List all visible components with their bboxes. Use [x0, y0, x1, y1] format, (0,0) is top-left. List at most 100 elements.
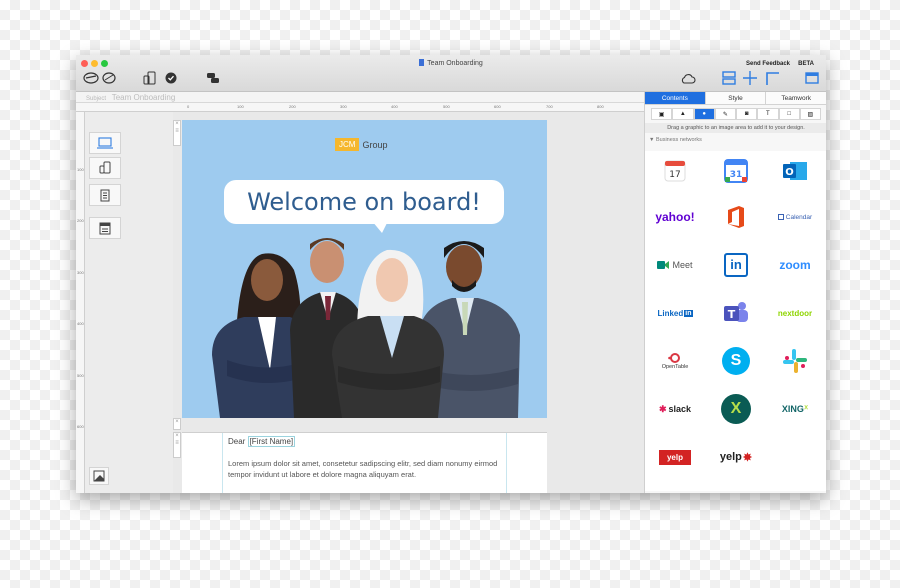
margins-icon[interactable]	[764, 70, 780, 86]
ruler-label: 600	[494, 104, 501, 109]
guides-icon[interactable]	[742, 70, 758, 86]
text-tool[interactable]: T	[757, 108, 779, 120]
xing-wordmark-mark: ᕽ	[803, 403, 809, 414]
layout-icon[interactable]	[721, 70, 737, 86]
camera-icon: ◙	[744, 111, 749, 117]
text-block[interactable]: Dear [First Name] Lorem ipsum dolor sit …	[182, 432, 547, 493]
body-text[interactable]: Lorem ipsum dolor sit amet, consetetur s…	[228, 458, 500, 480]
teams-icon[interactable]: T	[708, 293, 764, 333]
ruler-label: 600	[77, 424, 84, 429]
image-tool[interactable]: ▨	[799, 108, 821, 120]
triangle-icon: ▲	[679, 111, 686, 117]
outlook-icon[interactable]: O	[767, 151, 823, 191]
document-icon	[419, 59, 425, 66]
mobile-icon	[99, 161, 111, 174]
ruler-left: 100 200 300 400 500 600	[76, 112, 85, 493]
text-view-button[interactable]	[89, 184, 121, 206]
block-handle[interactable]: ×	[173, 418, 181, 430]
subject-field[interactable]: Team Onboarding	[112, 93, 176, 102]
calendar-mark	[777, 214, 784, 220]
preview-icon[interactable]	[100, 70, 118, 86]
section-header[interactable]: ▼ Business networks	[649, 137, 702, 143]
office-icon[interactable]	[708, 197, 764, 237]
linkedin-icon[interactable]: in	[708, 245, 764, 285]
beta-badge: BETA	[798, 61, 814, 67]
ruler-label: 400	[391, 104, 398, 109]
greeting: Dear [First Name]	[228, 436, 296, 447]
calendar-icon[interactable]: Calendar	[767, 197, 823, 237]
yelp-badge-icon[interactable]: yelp	[647, 437, 703, 477]
xing-icon[interactable]: X	[708, 389, 764, 429]
tab-teamwork[interactable]: Teamwork	[766, 92, 826, 105]
shape-tool[interactable]: ▲	[672, 108, 694, 120]
block-handle[interactable]: × ≡	[173, 120, 181, 146]
subject-bar[interactable]: Subject Team Onboarding	[76, 92, 644, 103]
camera-tool[interactable]: ◙	[736, 108, 758, 120]
ruler-label: 200	[77, 218, 84, 223]
cloud-icon[interactable]	[679, 70, 697, 86]
tab-style[interactable]: Style	[705, 92, 767, 105]
ruler-label: 500	[77, 373, 84, 378]
first-name-placeholder[interactable]: [First Name]	[247, 436, 296, 447]
slack-icon[interactable]	[767, 341, 823, 381]
ruler-label: 400	[77, 321, 84, 326]
google-calendar-icon[interactable]: 31	[708, 151, 764, 191]
brush-tool[interactable]: ✎	[714, 108, 736, 120]
hint-text: Drag a graphic to an image area to add i…	[645, 123, 826, 133]
ruler-label: 100	[237, 104, 244, 109]
google-meet-icon[interactable]: Meet	[647, 245, 703, 285]
text-area[interactable]: Dear [First Name] Lorem ipsum dolor sit …	[222, 433, 507, 493]
inspector-panel: Contents Style Teamwork ▣ ▲ ● ✎ ◙ T □ ▨ …	[644, 92, 826, 493]
brush-icon: ✎	[722, 111, 728, 118]
logo-tool[interactable]: ●	[693, 108, 715, 120]
xing-mark: X	[721, 394, 751, 424]
opentable-icon[interactable]: OpenTable	[647, 341, 703, 381]
header-image-block[interactable]: JCM Group Welcome on board!	[182, 120, 547, 418]
ical-icon[interactable]: 17	[647, 151, 703, 191]
slack-wordmark-icon[interactable]: ✱ slack	[647, 389, 703, 429]
linkedin-box: in	[684, 309, 693, 317]
sidebar-toggle-icon[interactable]	[804, 70, 820, 86]
text-icon: T	[766, 111, 770, 117]
linkedin-wordmark-icon[interactable]: Linked in	[647, 293, 703, 333]
devices-icon[interactable]	[142, 70, 158, 86]
send-test-icon[interactable]	[82, 70, 100, 86]
desktop-view-button[interactable]	[89, 132, 121, 154]
ruler-top: 0 100 200 300 400 500 600 700 800	[76, 103, 644, 112]
logo-grid: 17 31 O yahoo! Calendar Meet in zoom Lin…	[645, 151, 826, 491]
subject-label: Subject	[86, 96, 107, 102]
ruler-label: 700	[546, 104, 553, 109]
laptop-icon	[97, 137, 113, 149]
yelp-burst: ✸	[742, 451, 753, 464]
slack-wordmark-text: slack	[668, 404, 692, 414]
window-title: Team Onboarding	[76, 59, 826, 67]
check-icon[interactable]	[164, 70, 178, 86]
ruler-label: 200	[289, 104, 296, 109]
share-icon[interactable]	[205, 70, 221, 86]
ruler-label: 800	[597, 104, 604, 109]
ruler-label: 300	[77, 270, 84, 275]
yahoo-icon[interactable]: yahoo!	[647, 197, 703, 237]
greeting-text: Dear	[228, 437, 246, 446]
ruler-label: 300	[340, 104, 347, 109]
nextdoor-icon[interactable]: nextdoor	[767, 293, 823, 333]
block-handle[interactable]: × ≡	[173, 432, 181, 458]
skype-text: S	[722, 347, 750, 375]
photo-tool[interactable]: ▣	[651, 108, 673, 120]
section-label: Business networks	[655, 137, 702, 143]
template-icon	[99, 222, 111, 234]
layout-view-button[interactable]	[89, 217, 121, 239]
frame-tool[interactable]: □	[778, 108, 800, 120]
tab-contents[interactable]: Contents	[645, 92, 706, 105]
zoom-icon[interactable]: zoom	[767, 245, 823, 285]
xing-wordmark-icon[interactable]: XING ᕽ	[767, 389, 823, 429]
skype-icon[interactable]: S	[708, 341, 764, 381]
yelp-text: yelp	[719, 451, 742, 463]
mobile-view-button[interactable]	[89, 157, 121, 179]
ruler-label: 500	[443, 104, 450, 109]
yelp-icon[interactable]: yelp ✸	[708, 437, 764, 477]
svg-text:31: 31	[730, 170, 743, 180]
xing-wordmark-text: XING	[781, 404, 804, 414]
image-placeholder-button[interactable]	[89, 467, 109, 485]
send-feedback-link[interactable]: Send Feedback	[746, 61, 790, 67]
